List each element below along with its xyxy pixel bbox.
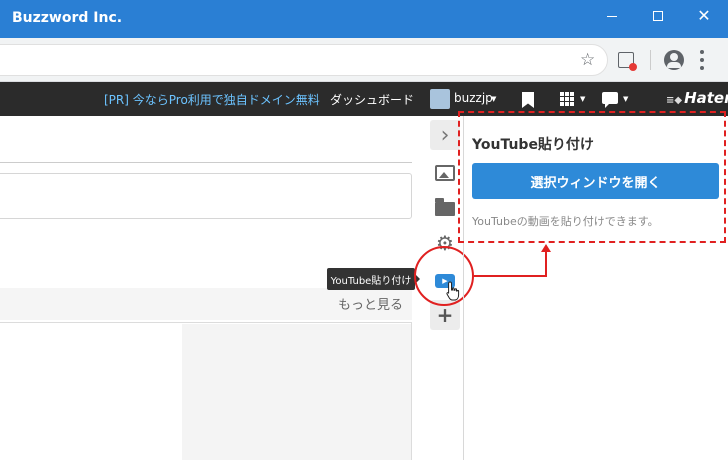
account-icon[interactable] bbox=[664, 50, 684, 70]
toolbar-divider bbox=[650, 50, 651, 70]
star-icon[interactable]: ☆ bbox=[580, 50, 595, 70]
editor-divider bbox=[0, 162, 412, 163]
connector-line bbox=[474, 275, 547, 277]
avatar[interactable] bbox=[430, 89, 450, 109]
chevron-down-icon: ▼ bbox=[491, 95, 497, 103]
hatena-logo-icon: ≡◆ bbox=[666, 95, 683, 106]
dashboard-link[interactable]: ダッシュボード bbox=[330, 91, 414, 108]
chevron-down-icon: ▼ bbox=[580, 95, 586, 103]
connector-line bbox=[545, 252, 547, 277]
grid-icon[interactable] bbox=[560, 92, 574, 106]
maximize-icon bbox=[653, 11, 663, 21]
editor-side-panel bbox=[182, 324, 411, 460]
chevron-right-icon[interactable]: › bbox=[430, 120, 460, 150]
highlight-circle bbox=[414, 246, 474, 306]
menu-icon[interactable] bbox=[700, 50, 704, 70]
arrow-up-icon bbox=[541, 244, 551, 252]
youtube-tooltip: YouTube貼り付け bbox=[327, 268, 420, 290]
close-icon: ✕ bbox=[697, 6, 711, 25]
close-button[interactable]: ✕ bbox=[682, 0, 726, 32]
minimize-icon bbox=[607, 15, 617, 17]
hatena-logo-text: Hatena bbox=[684, 89, 728, 107]
highlight-box bbox=[458, 111, 726, 243]
hatena-logo[interactable]: ≡◆Hatena bbox=[666, 89, 728, 107]
folder-icon[interactable] bbox=[430, 194, 460, 224]
extension-icon[interactable] bbox=[618, 52, 637, 71]
user-menu[interactable]: buzzjp bbox=[454, 91, 493, 105]
minimize-button[interactable] bbox=[590, 0, 634, 32]
maximize-button[interactable] bbox=[636, 0, 680, 32]
address-bar[interactable] bbox=[0, 44, 608, 76]
comment-icon[interactable] bbox=[602, 92, 618, 108]
pr-link[interactable]: [PR] 今ならPro利用で独自ドメイン無料 bbox=[104, 91, 320, 108]
title-input[interactable] bbox=[0, 173, 412, 219]
hand-cursor-icon bbox=[446, 281, 460, 301]
more-link[interactable]: もっと見る bbox=[338, 294, 403, 313]
bookmark-icon[interactable] bbox=[522, 92, 534, 108]
chevron-down-icon: ▼ bbox=[623, 95, 629, 103]
window-title: Buzzword Inc. bbox=[12, 10, 123, 26]
window-title-bar: Buzzword Inc. ✕ bbox=[0, 0, 728, 38]
image-icon[interactable] bbox=[430, 158, 460, 188]
